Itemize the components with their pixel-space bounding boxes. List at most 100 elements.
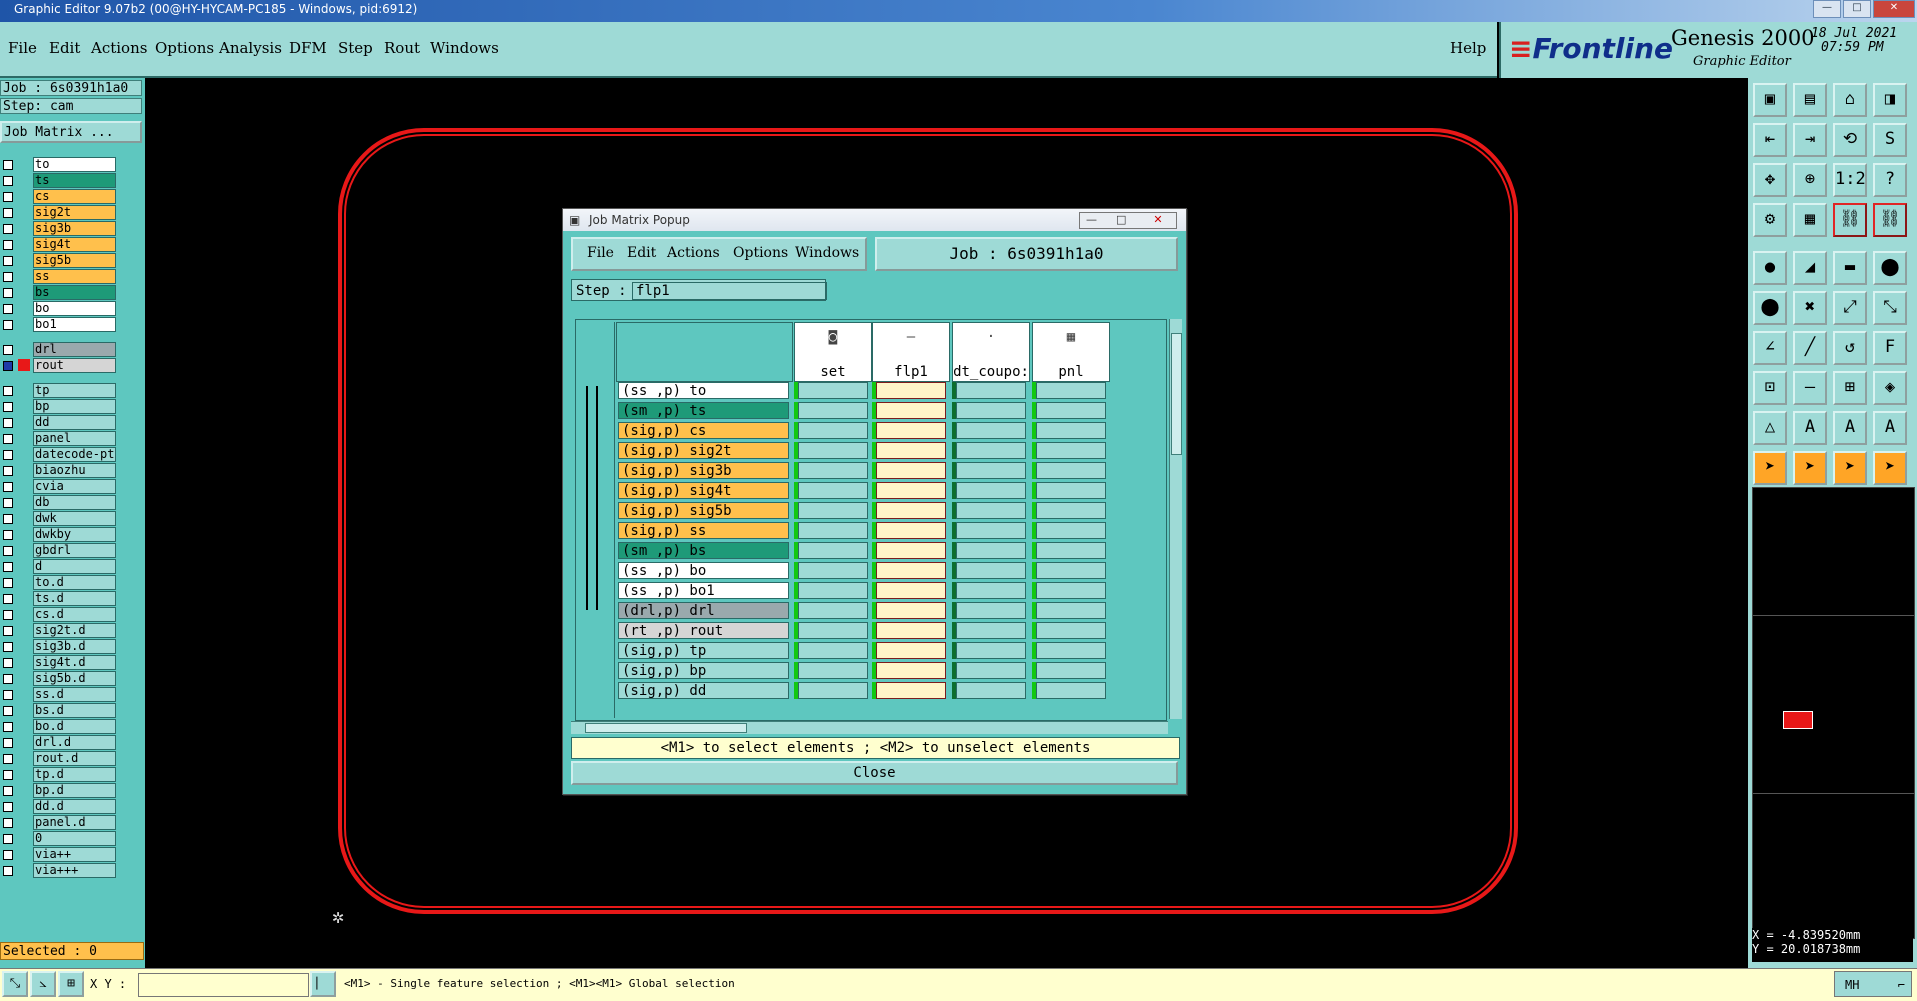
- layer-row[interactable]: dwk: [0, 511, 118, 526]
- matrix-cell[interactable]: [956, 442, 1026, 459]
- matrix-cell[interactable]: [798, 542, 868, 559]
- layer-checkbox[interactable]: [3, 386, 13, 396]
- matrix-cell[interactable]: [876, 462, 946, 479]
- tool-button-icon[interactable]: ➤: [1833, 451, 1867, 485]
- matrix-column-header[interactable]: ▦ pnl: [1032, 322, 1110, 382]
- matrix-row-label[interactable]: (ss ,p) bo: [618, 562, 789, 579]
- layer-checkbox[interactable]: [3, 546, 13, 556]
- matrix-vertical-scrollbar[interactable]: [1169, 319, 1182, 719]
- layer-checkbox[interactable]: [3, 434, 13, 444]
- matrix-row-label[interactable]: (sig,p) ss: [618, 522, 789, 539]
- matrix-cell[interactable]: [1036, 402, 1106, 419]
- tool-button-icon[interactable]: A: [1833, 411, 1867, 445]
- layer-checkbox[interactable]: [3, 658, 13, 668]
- layer-row[interactable]: sig3b: [0, 221, 118, 236]
- layer-row[interactable]: gbdrl: [0, 543, 118, 558]
- matrix-cell[interactable]: [956, 522, 1026, 539]
- layer-checkbox[interactable]: [3, 208, 13, 218]
- matrix-cell[interactable]: [798, 382, 868, 399]
- matrix-cell[interactable]: [956, 502, 1026, 519]
- tool-button-icon[interactable]: ◢: [1793, 251, 1827, 285]
- matrix-column-header[interactable]: · dt_coupo:: [952, 322, 1030, 382]
- matrix-cell[interactable]: [876, 622, 946, 639]
- tool-button-icon[interactable]: S: [1873, 123, 1907, 157]
- matrix-cell[interactable]: [956, 422, 1026, 439]
- matrix-row-label[interactable]: (sig,p) dd: [618, 682, 789, 699]
- matrix-cell[interactable]: [956, 622, 1026, 639]
- matrix-cell[interactable]: [1036, 462, 1106, 479]
- layer-checkbox[interactable]: [3, 272, 13, 282]
- layer-row[interactable]: sig2t: [0, 205, 118, 220]
- popup-maximize-button[interactable]: □: [1116, 213, 1126, 227]
- matrix-row-label[interactable]: (sm ,p) bs: [618, 542, 789, 559]
- matrix-cell[interactable]: [876, 502, 946, 519]
- tool-button-icon[interactable]: ⌂: [1833, 83, 1867, 117]
- popup-minimize-button[interactable]: —: [1086, 213, 1097, 227]
- matrix-column-header[interactable]: — flp1: [872, 322, 950, 382]
- layer-row[interactable]: sig4t: [0, 237, 118, 252]
- matrix-cell[interactable]: [798, 522, 868, 539]
- layer-row[interactable]: datecode-pt: [0, 447, 118, 462]
- matrix-cell[interactable]: [876, 422, 946, 439]
- matrix-cell[interactable]: [1036, 442, 1106, 459]
- popup-close-icon[interactable]: ✕: [1140, 213, 1176, 227]
- matrix-cell[interactable]: [956, 682, 1026, 699]
- layer-row[interactable]: ts.d: [0, 591, 118, 606]
- matrix-cell[interactable]: [798, 422, 868, 439]
- layer-checkbox[interactable]: [3, 240, 13, 250]
- tool-button-icon[interactable]: A: [1873, 411, 1907, 445]
- layer-row[interactable]: bp.d: [0, 783, 118, 798]
- tool-button-icon[interactable]: ◈: [1873, 371, 1907, 405]
- layer-row[interactable]: sig4t.d: [0, 655, 118, 670]
- matrix-cell[interactable]: [798, 502, 868, 519]
- menu-options[interactable]: Options: [155, 39, 214, 57]
- layer-checkbox[interactable]: [3, 834, 13, 844]
- matrix-cell[interactable]: [956, 582, 1026, 599]
- tool-button-icon[interactable]: ✥: [1753, 163, 1787, 197]
- matrix-cell[interactable]: [876, 522, 946, 539]
- layer-checkbox[interactable]: [3, 224, 13, 234]
- layer-checkbox[interactable]: [3, 160, 13, 170]
- tool-button-icon[interactable]: ∠: [1753, 331, 1787, 365]
- matrix-cell[interactable]: [876, 662, 946, 679]
- layer-row[interactable]: tp: [0, 383, 118, 398]
- tool-button-icon[interactable]: ⊡: [1753, 371, 1787, 405]
- layer-row[interactable]: rout.d: [0, 751, 118, 766]
- layer-checkbox[interactable]: [3, 818, 13, 828]
- tool-button-icon[interactable]: ⛓: [1833, 203, 1867, 237]
- matrix-row-label[interactable]: (ss ,p) bo1: [618, 582, 789, 599]
- tool-button-icon[interactable]: ╱: [1793, 331, 1827, 365]
- matrix-cell[interactable]: [876, 382, 946, 399]
- matrix-row-label[interactable]: (sig,p) sig2t: [618, 442, 789, 459]
- layer-checkbox[interactable]: [3, 176, 13, 186]
- layer-row[interactable]: cs: [0, 189, 118, 204]
- tool-button-icon[interactable]: ⤢: [1833, 291, 1867, 325]
- maximize-button[interactable]: □: [1843, 0, 1871, 18]
- matrix-cell[interactable]: [1036, 682, 1106, 699]
- popup-menu-options[interactable]: Options: [733, 245, 788, 261]
- layer-row[interactable]: dwkby: [0, 527, 118, 542]
- matrix-row-label[interactable]: (ss ,p) to: [618, 382, 789, 399]
- tool-button-icon[interactable]: ⊞: [1833, 371, 1867, 405]
- matrix-row-label[interactable]: (rt ,p) rout: [618, 622, 789, 639]
- matrix-cell[interactable]: [798, 642, 868, 659]
- matrix-cell[interactable]: [876, 602, 946, 619]
- matrix-cell[interactable]: [798, 682, 868, 699]
- layer-checkbox[interactable]: [3, 418, 13, 428]
- layer-checkbox[interactable]: [3, 361, 13, 371]
- matrix-row-label[interactable]: (sig,p) sig3b: [618, 462, 789, 479]
- layer-row[interactable]: sig3b.d: [0, 639, 118, 654]
- tool-button-icon[interactable]: △: [1753, 411, 1787, 445]
- layer-row[interactable]: cvia: [0, 479, 118, 494]
- matrix-cell[interactable]: [1036, 522, 1106, 539]
- matrix-cell[interactable]: [1036, 622, 1106, 639]
- menu-file[interactable]: File: [8, 39, 37, 57]
- matrix-row-label[interactable]: (sig,p) cs: [618, 422, 789, 439]
- matrix-cell[interactable]: [876, 542, 946, 559]
- layer-checkbox[interactable]: [3, 706, 13, 716]
- layer-checkbox[interactable]: [3, 594, 13, 604]
- matrix-cell[interactable]: [798, 582, 868, 599]
- matrix-cell[interactable]: [798, 662, 868, 679]
- layer-row[interactable]: via+++: [0, 863, 118, 878]
- layer-checkbox[interactable]: [3, 866, 13, 876]
